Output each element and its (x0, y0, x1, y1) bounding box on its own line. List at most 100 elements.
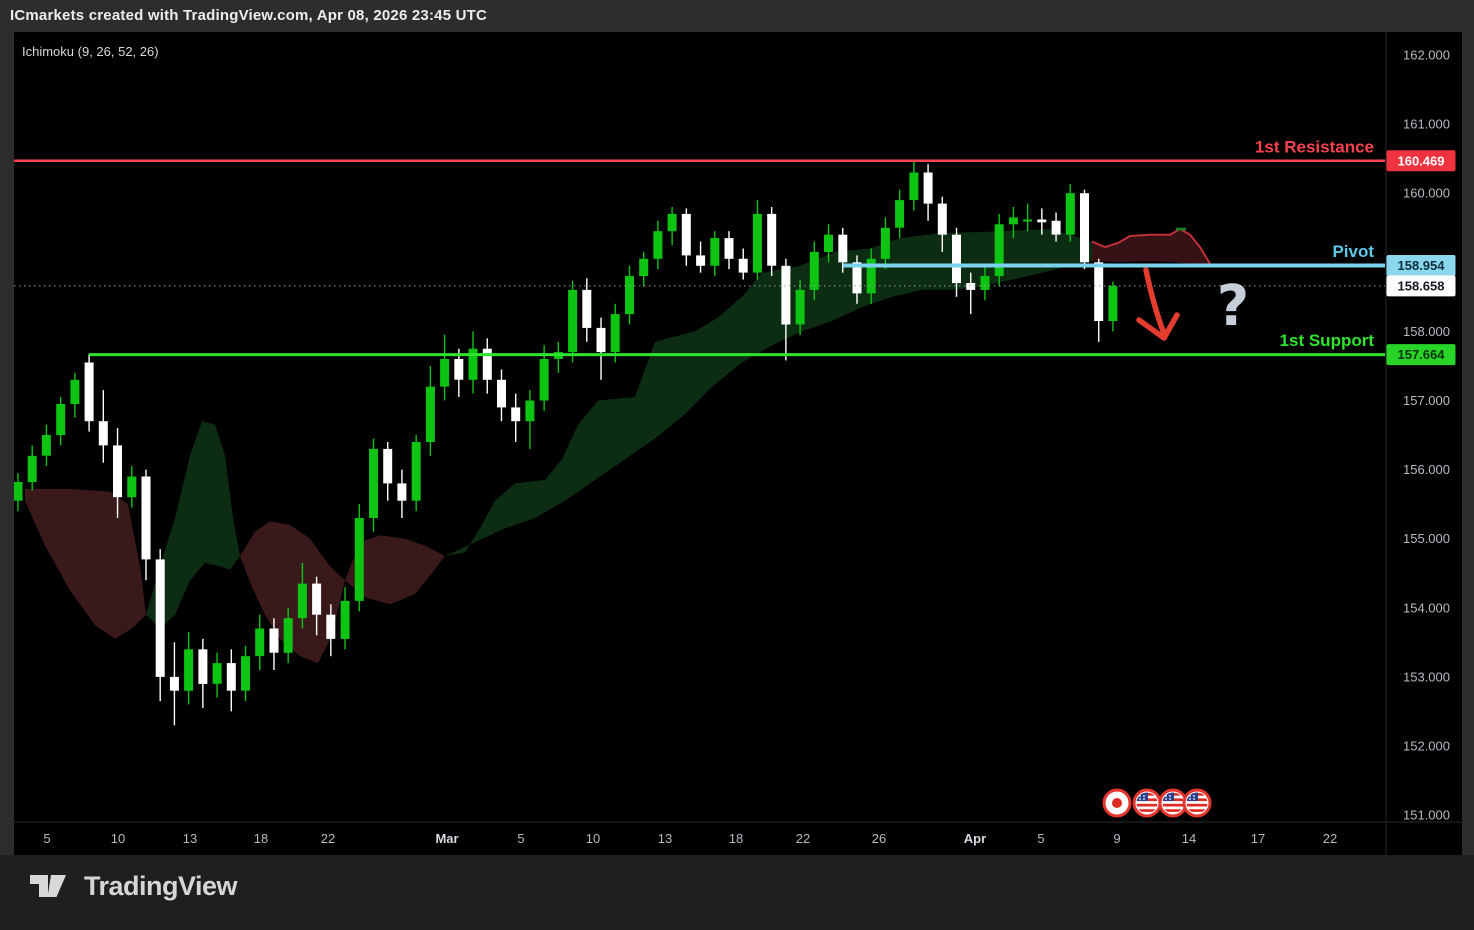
candle (568, 281, 577, 363)
candle (156, 549, 165, 701)
candle (995, 214, 1004, 287)
candle (397, 470, 406, 518)
snapshot-title: ICmarkets created with TradingView.com, … (10, 0, 487, 32)
candle (142, 470, 151, 581)
x-axis-tick: Mar (435, 831, 458, 846)
candle (767, 207, 776, 276)
y-axis-tick: 151.000 (1403, 808, 1450, 823)
last-price-price-badge: 158.658 (1387, 275, 1456, 296)
y-axis-tick: 152.000 (1403, 739, 1450, 754)
x-axis-tick: 10 (586, 831, 600, 846)
footer-bar: TradingView (0, 855, 1474, 930)
x-axis-tick: 14 (1182, 831, 1196, 846)
y-axis-tick: 154.000 (1403, 600, 1450, 615)
candle (85, 354, 94, 431)
candle (625, 266, 634, 325)
y-axis-tick: 156.000 (1403, 462, 1450, 477)
support-label: 1st Support (1280, 331, 1375, 350)
candle (341, 587, 350, 649)
candle (696, 242, 705, 273)
candle (1108, 282, 1117, 332)
candle (497, 369, 506, 421)
down-arrow-shaft (1146, 270, 1163, 331)
candle (383, 442, 392, 501)
candle (895, 190, 904, 238)
x-axis-tick: 5 (43, 831, 50, 846)
candle (924, 164, 933, 221)
y-axis-tick: 160.000 (1403, 186, 1450, 201)
pivot-label: Pivot (1332, 242, 1374, 261)
candle (42, 425, 51, 466)
resistance-price-badge: 160.469 (1387, 150, 1456, 171)
candle (725, 231, 734, 269)
x-axis-tick: 26 (872, 831, 886, 846)
candle (241, 646, 250, 701)
candle (525, 390, 534, 449)
us-flag-icon[interactable] (1160, 790, 1186, 816)
y-axis-tick: 157.000 (1403, 393, 1450, 408)
us-flag-icon[interactable] (1184, 790, 1210, 816)
annotations: ? (1139, 270, 1249, 339)
ichimoku-cloud (25, 229, 1210, 663)
x-axis-tick: 5 (517, 831, 524, 846)
y-axis-tick: 155.000 (1403, 531, 1450, 546)
y-axis-tick: 158.000 (1403, 324, 1450, 339)
y-axis-tick: 153.000 (1403, 669, 1450, 684)
candle (227, 649, 236, 711)
candle (1080, 190, 1089, 270)
pivot-price-badge: 158.954 (1387, 255, 1456, 276)
axes[interactable]: 162.000 161.000 160.000 158.000 157.000 156.0… (14, 32, 1462, 855)
x-axis-tick: 13 (183, 831, 197, 846)
candle (70, 373, 79, 418)
candle (753, 200, 762, 280)
jp-flag-icon[interactable] (1104, 790, 1130, 816)
price-chart: 162.000 161.000 160.000 158.000 157.000 156.0… (14, 32, 1462, 855)
candle (781, 259, 790, 361)
question-mark-annotation: ? (1217, 274, 1249, 339)
candle (255, 615, 264, 670)
x-axis-tick: 18 (254, 831, 268, 846)
x-axis-tick: 17 (1251, 831, 1265, 846)
x-axis-tick: 22 (1323, 831, 1337, 846)
svg-text:158.954: 158.954 (1398, 258, 1446, 273)
candle (710, 231, 719, 276)
candle (653, 221, 662, 269)
candle (639, 252, 648, 287)
candle (426, 366, 435, 456)
tradingview-snapshot: ICmarkets created with TradingView.com, … (0, 0, 1474, 930)
y-axis-tick: 161.000 (1403, 117, 1450, 132)
x-axis-tick: 18 (729, 831, 743, 846)
resistance-label: 1st Resistance (1255, 137, 1374, 156)
candle (14, 473, 23, 511)
economic-event-flags[interactable] (1104, 790, 1210, 816)
y-axis-tick: 162.000 (1403, 48, 1450, 63)
candle (369, 439, 378, 532)
candle (213, 653, 222, 698)
indicator-label: Ichimoku (9, 26, 52, 26) (22, 44, 159, 59)
candle (1094, 259, 1103, 342)
candle (99, 390, 108, 463)
x-axis-tick: 22 (321, 831, 335, 846)
candle (56, 397, 65, 445)
us-flag-icon[interactable] (1134, 790, 1160, 816)
candle (909, 161, 918, 211)
candle (412, 435, 421, 511)
cloud-segment-maroon (25, 489, 146, 639)
candle (198, 639, 207, 708)
snapshot-header-bar: ICmarkets created with TradingView.com, … (0, 0, 1474, 32)
tradingview-logo-icon (26, 865, 72, 907)
x-axis-tick: 5 (1037, 831, 1044, 846)
candle (668, 207, 677, 245)
candle (511, 394, 520, 442)
candle (440, 335, 449, 401)
candle (127, 466, 136, 508)
x-axis-tick: 13 (658, 831, 672, 846)
x-axis-tick: 10 (111, 831, 125, 846)
support-price-badge: 157.664 (1387, 344, 1456, 365)
candle (1023, 204, 1032, 232)
x-axis-tick: 9 (1113, 831, 1120, 846)
candle (170, 642, 179, 725)
candle (483, 338, 492, 393)
candle (582, 278, 591, 342)
tradingview-logo[interactable]: TradingView (26, 865, 237, 907)
